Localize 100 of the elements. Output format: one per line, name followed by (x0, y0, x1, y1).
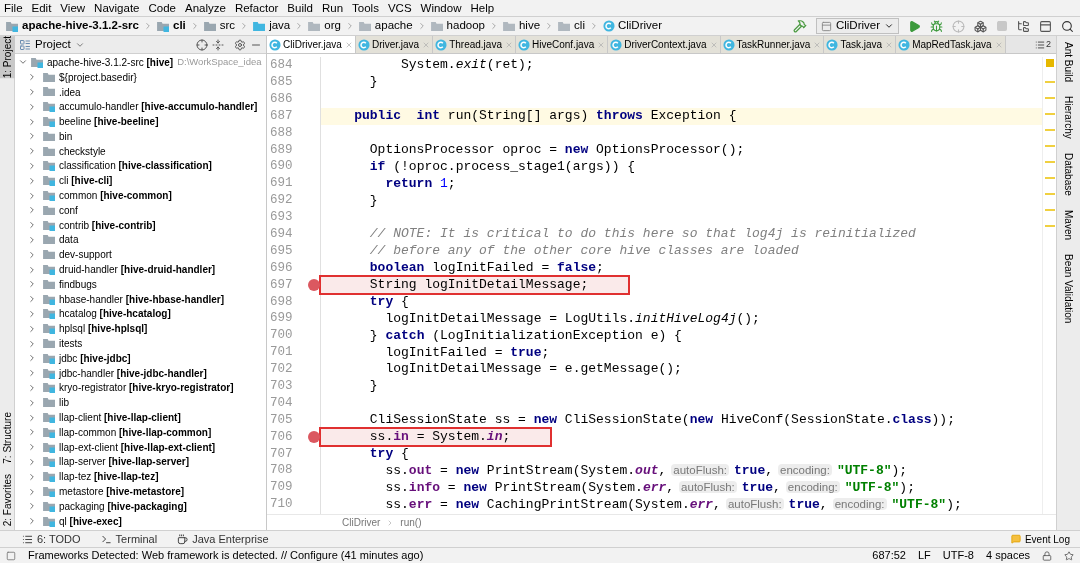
run-icon[interactable] (908, 19, 921, 33)
chevron-icon[interactable] (27, 471, 37, 482)
stop-icon[interactable] (996, 20, 1008, 32)
chevron-icon[interactable] (27, 249, 37, 260)
folder-tree-icon[interactable] (1017, 19, 1030, 33)
tree-item[interactable]: dev-support (59, 247, 112, 263)
tree-item[interactable]: common [hive-common] (59, 188, 172, 204)
menu-item[interactable]: Run (321, 1, 344, 15)
collapse-icon[interactable] (212, 38, 224, 51)
chevron-icon[interactable] (27, 279, 37, 290)
tree-item[interactable]: cli [hive-cli] (59, 173, 113, 189)
stripe-mark[interactable] (1044, 113, 1055, 115)
chevron-icon[interactable] (27, 486, 37, 497)
search-icon[interactable] (1061, 19, 1074, 33)
tree-item[interactable]: lib (59, 395, 69, 411)
tool-window-tab[interactable]: Database (1061, 152, 1076, 196)
chevron-icon[interactable] (27, 456, 37, 467)
breadcrumb-item[interactable]: java (269, 17, 291, 35)
caret-position[interactable]: 687:52 (872, 547, 906, 563)
chevron-icon[interactable] (27, 175, 37, 186)
stripe-mark[interactable] (1044, 209, 1055, 211)
chevron-icon[interactable] (27, 264, 37, 275)
chevron-icon[interactable] (27, 501, 37, 512)
tree-item[interactable]: llap-server [hive-llap-server] (59, 454, 190, 470)
stripe-mark[interactable] (1044, 145, 1055, 147)
chevron-icon[interactable] (27, 353, 37, 364)
breadcrumb-item[interactable]: CliDriver (617, 17, 663, 35)
tree-item[interactable]: metastore [hive-metastore] (59, 484, 185, 499)
tool-window-tab[interactable]: 6: TODO (22, 530, 81, 548)
menu-item[interactable]: Navigate (94, 1, 140, 15)
tree-item[interactable]: .idea (59, 84, 81, 100)
chevron-icon[interactable] (27, 190, 37, 201)
tool-window-tab[interactable]: 7: Structure (0, 412, 15, 464)
breadcrumb-item[interactable]: run() (400, 515, 422, 530)
breadcrumb-item[interactable]: cli (173, 17, 186, 35)
tool-window-tab[interactable]: 2: Favorites (0, 473, 15, 526)
chevron-icon[interactable] (27, 131, 37, 142)
bug-icon[interactable] (930, 19, 943, 33)
editor-tab[interactable]: Driver.java (355, 36, 434, 53)
tool-window-tab[interactable]: Bean Validation (1061, 253, 1076, 323)
menu-item[interactable]: Refactor (234, 1, 279, 15)
close-icon[interactable] (344, 40, 353, 49)
breadcrumb-item[interactable]: hadoop (446, 17, 485, 35)
editor-tab[interactable]: Thread.java (433, 36, 516, 53)
stripe-mark[interactable] (1044, 129, 1055, 131)
tree-item[interactable]: data (59, 232, 79, 248)
tree-item[interactable]: itests (59, 336, 83, 352)
settings-icon[interactable] (234, 38, 246, 51)
stripe-mark[interactable] (1044, 225, 1055, 227)
tree-item[interactable]: hplsql [hive-hplsql] (59, 321, 148, 337)
tree-item[interactable]: checkstyle (59, 143, 106, 159)
chevron-icon[interactable] (27, 146, 37, 157)
tree-item[interactable]: bin (59, 128, 73, 144)
tree-item[interactable]: llap-tez [hive-llap-tez] (59, 469, 159, 485)
chevron-icon[interactable] (27, 101, 37, 112)
chevron-icon[interactable] (27, 412, 37, 423)
menu-item[interactable]: Window (420, 1, 462, 15)
breakpoint-icon[interactable] (308, 431, 320, 444)
tool-window-tab[interactable]: Hierarchy (1061, 96, 1076, 139)
crosshair-icon[interactable] (952, 19, 965, 33)
tree-item[interactable]: hcatalog [hive-hcatalog] (59, 306, 171, 322)
chevron-icon[interactable] (27, 338, 37, 349)
stripe-mark[interactable] (1044, 177, 1055, 179)
tree-item[interactable]: jdbc [hive-jdbc] (59, 350, 131, 366)
crosshair-icon[interactable] (196, 38, 208, 51)
chevron-icon[interactable] (27, 234, 37, 245)
chevron-icon[interactable] (27, 442, 37, 453)
tree-item[interactable]: beeline [hive-beeline] (59, 114, 159, 130)
chevron-icon[interactable] (27, 308, 37, 319)
lock-icon[interactable] (1042, 550, 1052, 561)
menu-item[interactable]: Analyze (184, 1, 226, 15)
file-encoding[interactable]: UTF-8 (942, 547, 974, 563)
indent-setting[interactable]: 4 spaces (985, 547, 1030, 563)
window-icon[interactable] (1039, 19, 1052, 33)
tab-overflow-button[interactable]: 2 (1032, 36, 1054, 53)
chevron-icon[interactable] (27, 220, 37, 231)
tree-item[interactable]: llap-client [hive-llap-client] (59, 410, 181, 426)
menu-item[interactable]: Code (148, 1, 176, 15)
inspection-icon[interactable] (1045, 59, 1054, 67)
chevron-icon[interactable] (27, 368, 37, 379)
menu-item[interactable]: File (4, 1, 23, 15)
menu-item[interactable]: VCS (387, 1, 412, 15)
chevron-icon[interactable] (27, 516, 37, 527)
hammer-icon[interactable] (792, 19, 807, 33)
tree-item[interactable]: ${project.basedir} (59, 69, 137, 85)
breadcrumb-item[interactable]: hive (518, 17, 541, 35)
stripe-mark[interactable] (1044, 81, 1055, 83)
tool-window-tab[interactable]: 1: Project (0, 36, 15, 79)
chevron-icon[interactable] (27, 72, 37, 83)
chevron-icon[interactable] (27, 87, 37, 97)
tree-item[interactable]: conf (59, 202, 78, 218)
breadcrumb-item[interactable]: org (324, 17, 341, 35)
line-separator[interactable]: LF (917, 547, 931, 563)
tool-window-tab[interactable]: Terminal (100, 530, 158, 548)
panel-title[interactable]: Project (35, 35, 71, 54)
editor-tab[interactable]: MapRedTask.java (896, 36, 1006, 53)
tree-item[interactable]: apache-hive-3.1.2-src [hive] (47, 54, 174, 70)
chevron-icon[interactable] (27, 323, 37, 334)
boxes-icon[interactable] (974, 19, 987, 33)
tree-item[interactable]: accumulo-handler [hive-accumulo-handler] (59, 99, 258, 115)
